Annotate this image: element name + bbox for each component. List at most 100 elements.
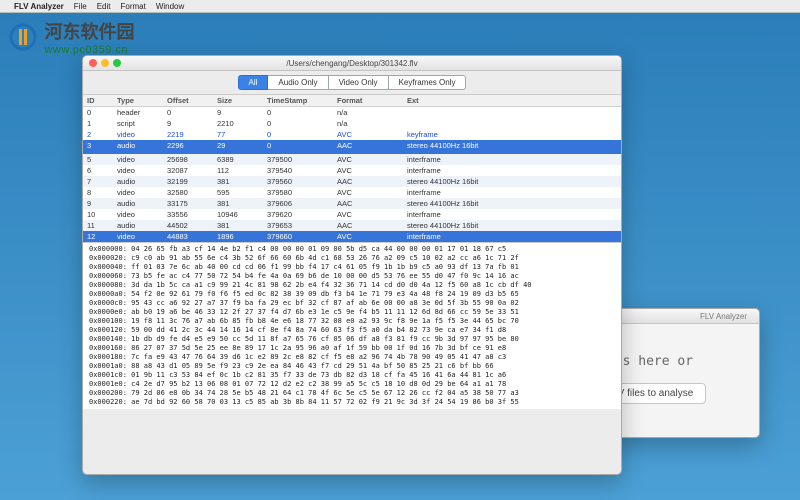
hex-view[interactable]: 0x000000: 04 26 65 fb a3 cf 14 4e b2 f1 … (83, 242, 621, 409)
col-offset[interactable]: Offset (167, 96, 217, 105)
cell-ts: 379500 (267, 155, 337, 164)
table-row[interactable]: 11audio44502381379653AACstereo 44100Hz 1… (83, 220, 621, 231)
cell-type: video (117, 166, 167, 175)
cell-ext: interframe (407, 155, 617, 164)
cell-offset: 2219 (167, 130, 217, 139)
col-timestamp[interactable]: TimeStamp (267, 96, 337, 105)
cell-size: 112 (217, 166, 267, 175)
cell-type: video (117, 188, 167, 197)
watermark: 河东软件园 www.pc0359.cn (8, 18, 134, 56)
cell-id: 0 (87, 108, 117, 117)
cell-type: audio (117, 141, 167, 150)
table-row[interactable]: 10video3355610946379620AVCinterframe (83, 209, 621, 220)
menubar: FLV Analyzer File Edit Format Window (0, 0, 800, 13)
segment-video-only[interactable]: Video Only (329, 75, 389, 90)
table-header: ID Type Offset Size TimeStamp Format Ext (83, 95, 621, 107)
cell-size: 77 (217, 130, 267, 139)
cell-ext: stereo 44100Hz 16bit (407, 177, 617, 186)
table-row[interactable]: 5video256986389379500AVCinterframe (83, 154, 621, 165)
cell-ts: 379653 (267, 221, 337, 230)
col-size[interactable]: Size (217, 96, 267, 105)
table-row[interactable]: 1script922100n/a (83, 118, 621, 129)
segment-all[interactable]: All (238, 75, 269, 90)
cell-ts: 0 (267, 108, 337, 117)
segment-keyframes-only[interactable]: Keyframes Only (389, 75, 467, 90)
cell-fmt: AVC (337, 210, 407, 219)
cell-offset: 44883 (167, 232, 217, 241)
segment-audio-only[interactable]: Audio Only (268, 75, 328, 90)
cell-type: audio (117, 199, 167, 208)
app-menu[interactable]: FLV Analyzer (14, 2, 64, 11)
cell-id: 2 (87, 130, 117, 139)
watermark-title: 河东软件园 (44, 18, 134, 44)
cell-offset: 0 (167, 108, 217, 117)
menu-format[interactable]: Format (120, 2, 145, 11)
cell-ext: stereo 44100Hz 16bit (407, 199, 617, 208)
menu-file[interactable]: File (74, 2, 87, 11)
cell-offset: 9 (167, 119, 217, 128)
cell-size: 9 (217, 108, 267, 117)
cell-id: 10 (87, 210, 117, 219)
cell-size: 6389 (217, 155, 267, 164)
cell-id: 11 (87, 221, 117, 230)
cell-size: 29 (217, 141, 267, 150)
cell-ts: 379580 (267, 188, 337, 197)
cell-id: 3 (87, 141, 117, 150)
cell-id: 7 (87, 177, 117, 186)
cell-size: 381 (217, 177, 267, 186)
cell-fmt: AVC (337, 130, 407, 139)
cell-ext: interframe (407, 166, 617, 175)
cell-size: 381 (217, 221, 267, 230)
col-type[interactable]: Type (117, 96, 167, 105)
cell-type: video (117, 130, 167, 139)
table-row[interactable]: 2video2219770AVCkeyframe (83, 129, 621, 140)
cell-fmt: AVC (337, 166, 407, 175)
cell-ts: 0 (267, 130, 337, 139)
cell-type: video (117, 155, 167, 164)
cell-ts: 379560 (267, 177, 337, 186)
cell-offset: 44502 (167, 221, 217, 230)
table-row[interactable]: 8video32580595379580AVCinterframe (83, 187, 621, 198)
col-ext[interactable]: Ext (407, 96, 617, 105)
menu-edit[interactable]: Edit (97, 2, 111, 11)
cell-fmt: n/a (337, 119, 407, 128)
tag-table: ID Type Offset Size TimeStamp Format Ext… (83, 95, 621, 242)
filter-segmented: All Audio Only Video Only Keyframes Only (83, 71, 621, 95)
drop-window-title: FLV Analyzer (700, 312, 747, 321)
cell-type: audio (117, 221, 167, 230)
cell-offset: 2296 (167, 141, 217, 150)
cell-ext: interframe (407, 232, 617, 241)
menu-window[interactable]: Window (156, 2, 184, 11)
cell-ext: stereo 44100Hz 16bit (407, 221, 617, 230)
table-row[interactable]: 3audio2296290AACstereo 44100Hz 16bit (83, 140, 621, 151)
cell-fmt: n/a (337, 108, 407, 117)
table-row[interactable]: 0header090n/a (83, 107, 621, 118)
cell-offset: 32087 (167, 166, 217, 175)
col-id[interactable]: ID (87, 96, 117, 105)
cell-id: 9 (87, 199, 117, 208)
cell-ext: stereo 44100Hz 16bit (407, 141, 617, 150)
cell-id: 1 (87, 119, 117, 128)
cell-fmt: AVC (337, 155, 407, 164)
cell-id: 12 (87, 232, 117, 241)
cell-fmt: AAC (337, 141, 407, 150)
table-row[interactable]: 6video32087112379540AVCinterframe (83, 165, 621, 176)
cell-fmt: AVC (337, 188, 407, 197)
cell-id: 6 (87, 166, 117, 175)
cell-ext: keyframe (407, 130, 617, 139)
cell-ts: 379620 (267, 210, 337, 219)
col-format[interactable]: Format (337, 96, 407, 105)
cell-type: video (117, 232, 167, 241)
titlebar[interactable]: /Users/chengang/Desktop/301342.flv (83, 56, 621, 71)
cell-ext: interframe (407, 210, 617, 219)
cell-id: 5 (87, 155, 117, 164)
table-row[interactable]: 9audio33175381379606AACstereo 44100Hz 16… (83, 198, 621, 209)
cell-ts: 379606 (267, 199, 337, 208)
table-row[interactable]: 7audio32199381379560AACstereo 44100Hz 16… (83, 176, 621, 187)
analyzer-window: /Users/chengang/Desktop/301342.flv All A… (82, 55, 622, 475)
cell-offset: 25698 (167, 155, 217, 164)
cell-offset: 33175 (167, 199, 217, 208)
cell-fmt: AAC (337, 221, 407, 230)
table-row[interactable]: 12video448831896379660AVCinterframe (83, 231, 621, 242)
cell-type: header (117, 108, 167, 117)
